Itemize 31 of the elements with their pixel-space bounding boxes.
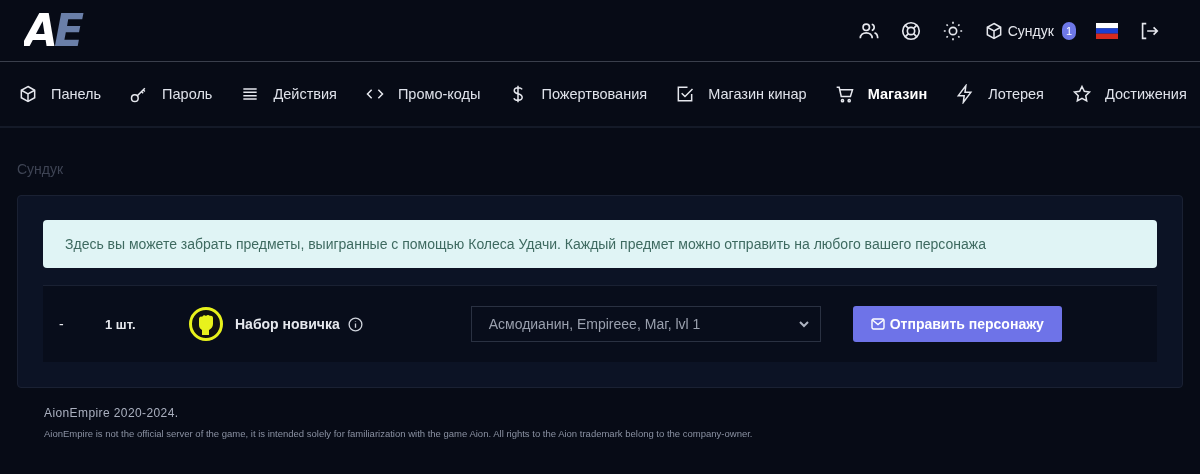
character-select[interactable]: Асмодианин, Empireee, Маг, lvl 1: [470, 306, 821, 342]
nav-tab[interactable]: Промо-коды: [364, 84, 481, 104]
chevron-icon: [797, 318, 810, 330]
nav-tab[interactable]: Магазин: [834, 84, 928, 104]
help-icon[interactable]: [899, 19, 922, 42]
quantity-cell-text: 1 шт.: [105, 316, 137, 332]
disclaimer-text: AionEmpire is not the official server of the game, it is intended solely for familiarization with the game Aion. All rights to the Aion trademark belong to the company-owner.: [44, 428, 754, 439]
item-name: Набор новичка: [235, 316, 340, 332]
info-icon[interactable]: [347, 316, 363, 332]
mail-icon: [870, 318, 885, 330]
nav-tab[interactable]: Пожертвования: [508, 84, 648, 104]
nav-tab[interactable]: Пароль: [129, 84, 213, 104]
send-button[interactable]: Отправить персонажу: [852, 306, 1062, 342]
count-badge: 1: [1061, 21, 1076, 40]
nav-tab[interactable]: Панель: [18, 84, 102, 104]
info-alert: Здесь вы можете забрать предметы, выигранные с помощью Колеса Удачи. Каждый предмет можно отправить на любого вашего персонажа: [43, 220, 1157, 268]
fist-icon: [189, 307, 223, 341]
sun-icon[interactable]: [941, 19, 964, 42]
check-icon: [675, 84, 696, 104]
nav-tab[interactable]: Лотерея: [955, 84, 1044, 104]
nav-tab[interactable]: Магазин кинар: [675, 84, 807, 104]
cart-icon: [834, 84, 855, 104]
star-icon: [1071, 84, 1092, 104]
table-cell-text: -: [59, 316, 65, 332]
chest-link[interactable]: Сундук: [983, 20, 1054, 41]
flag-icon[interactable]: [1096, 22, 1118, 39]
nav-tab[interactable]: Достижения: [1071, 84, 1187, 104]
cube-icon: [18, 84, 38, 104]
nav-tab[interactable]: Действия: [240, 84, 337, 104]
breadcrumb: Сундук: [17, 161, 65, 177]
copyright-text: AionEmpire 2020-2024.: [44, 406, 180, 420]
